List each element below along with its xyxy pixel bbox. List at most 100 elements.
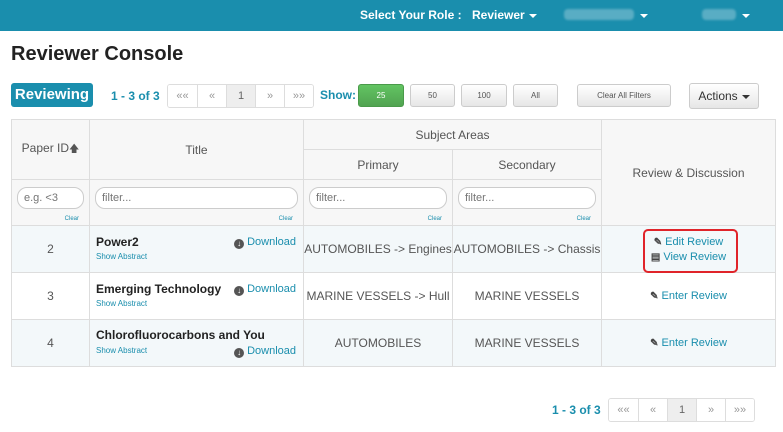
- download-icon: ↓: [234, 239, 245, 249]
- primary-subject: AUTOMOBILES -> Engines: [303, 225, 453, 273]
- show-all-button[interactable]: All: [513, 84, 558, 107]
- pagination-bottom: «« « 1 » »»: [608, 398, 755, 422]
- edit-icon: ✎: [653, 236, 663, 248]
- header-paper-id-label: Paper ID: [21, 140, 70, 155]
- pagination-count: 1 - 3 of 3: [111, 89, 160, 103]
- sort-up-icon: 🡅: [69, 143, 80, 155]
- header-subject-areas: Subject Areas: [302, 119, 603, 150]
- enter-review-link[interactable]: ✎ Enter Review: [602, 337, 775, 349]
- chevron-down-icon: [640, 14, 648, 18]
- paper-title: Chlorofluorocarbons and You: [96, 328, 265, 342]
- download-label: Download: [247, 236, 296, 248]
- header-title[interactable]: Title: [89, 119, 304, 180]
- next-page-button[interactable]: »: [255, 85, 284, 107]
- header-secondary[interactable]: Secondary: [451, 149, 603, 180]
- secondary-subject: MARINE VESSELS: [451, 319, 603, 367]
- enter-review-label: Enter Review: [661, 290, 727, 302]
- table-row: 4 Chlorofluorocarbons and You Show Abstr…: [11, 319, 777, 367]
- primary-subject: AUTOMOBILES: [303, 319, 453, 367]
- document-icon: ▤: [650, 251, 661, 263]
- title-cell: Chlorofluorocarbons and You Show Abstrac…: [89, 319, 304, 367]
- filter-cell-title: Clear: [89, 179, 304, 226]
- header-primary[interactable]: Primary: [303, 149, 453, 180]
- title-filter-input[interactable]: [95, 187, 298, 209]
- last-page-button[interactable]: »»: [284, 85, 313, 107]
- papers-table: Paper ID🡅 Title Subject Areas Review & D…: [11, 119, 777, 367]
- chevron-down-icon: [742, 14, 750, 18]
- paper-id-link[interactable]: 3: [11, 272, 90, 320]
- secondary-filter-input[interactable]: [458, 187, 597, 209]
- next-page-button[interactable]: »: [696, 399, 725, 421]
- download-icon: ↓: [234, 286, 245, 296]
- paper-id-link[interactable]: 4: [11, 319, 90, 367]
- paper-title: Power2: [96, 235, 139, 249]
- download-label: Download: [247, 345, 296, 357]
- review-cell: ✎ Edit Review ▤ View Review: [601, 225, 777, 273]
- filter-cell-primary: Clear: [303, 179, 453, 226]
- header-paper-id[interactable]: Paper ID🡅: [11, 119, 90, 180]
- first-page-button[interactable]: ««: [609, 399, 638, 421]
- chevron-down-icon: [741, 94, 750, 99]
- prev-page-button[interactable]: «: [197, 85, 226, 107]
- clear-filter-link[interactable]: Clear: [279, 216, 293, 222]
- review-cell: ✎ Enter Review: [601, 319, 777, 367]
- review-cell: ✎ Enter Review: [601, 272, 777, 320]
- first-page-button[interactable]: ««: [168, 85, 197, 107]
- show-abstract-link[interactable]: Show Abstract: [96, 299, 147, 308]
- clear-filter-link[interactable]: Clear: [577, 216, 591, 222]
- clear-filter-link[interactable]: Clear: [65, 216, 79, 222]
- edit-icon: ✎: [650, 338, 659, 349]
- role-label: Select Your Role :: [360, 8, 462, 22]
- role-dropdown[interactable]: Reviewer: [472, 8, 537, 22]
- show-25-button[interactable]: 25: [358, 84, 404, 107]
- edit-review-link[interactable]: ✎ Edit Review: [602, 236, 775, 248]
- clear-all-filters-button[interactable]: Clear All Filters: [577, 84, 671, 107]
- view-review-label: View Review: [663, 250, 727, 263]
- filter-cell-secondary: Clear: [451, 179, 603, 226]
- show-100-button[interactable]: 100: [461, 84, 507, 107]
- view-review-link[interactable]: ▤ View Review: [602, 251, 775, 263]
- title-cell: Power2 Show Abstract ↓ Download: [89, 225, 304, 273]
- paper-title: Emerging Technology: [96, 282, 222, 296]
- role-value: Reviewer: [472, 8, 525, 22]
- edit-icon: ✎: [650, 291, 659, 302]
- header-review-discussion: Review & Discussion: [601, 119, 777, 226]
- pagination-count-bottom: 1 - 3 of 3: [552, 403, 601, 417]
- paper-id-filter-input[interactable]: [17, 187, 84, 209]
- show-abstract-link[interactable]: Show Abstract: [96, 252, 147, 261]
- show-abstract-link[interactable]: Show Abstract: [96, 346, 147, 355]
- table-row: 3 Emerging Technology Show Abstract ↓ Dow…: [11, 272, 777, 320]
- enter-review-link[interactable]: ✎ Enter Review: [602, 290, 775, 302]
- download-label: Download: [247, 283, 296, 295]
- pagination-top: «« « 1 » »»: [167, 84, 314, 108]
- page-1-button[interactable]: 1: [226, 85, 255, 107]
- chevron-down-icon: [528, 13, 537, 18]
- download-link[interactable]: ↓ Download: [234, 236, 296, 249]
- primary-subject: MARINE VESSELS -> Hull: [303, 272, 453, 320]
- enter-review-label: Enter Review: [661, 337, 727, 349]
- last-page-button[interactable]: »»: [725, 399, 754, 421]
- secondary-subject: AUTOMOBILES -> Chassis: [451, 225, 603, 273]
- reviewing-badge: Reviewing: [11, 83, 93, 107]
- secondary-subject: MARINE VESSELS: [451, 272, 603, 320]
- actions-label: Actions: [698, 89, 738, 103]
- download-link[interactable]: ↓ Download: [234, 345, 296, 358]
- page-title: Reviewer Console: [11, 43, 184, 65]
- paper-id-link[interactable]: 2: [11, 225, 90, 273]
- primary-filter-input[interactable]: [309, 187, 447, 209]
- title-cell: Emerging Technology Show Abstract ↓ Downl…: [89, 272, 304, 320]
- account-menu-redacted[interactable]: [702, 9, 736, 20]
- show-50-button[interactable]: 50: [410, 84, 455, 107]
- table-row: 2 Power2 Show Abstract ↓ Download AUTOMOB…: [11, 225, 777, 273]
- actions-button[interactable]: Actions: [689, 83, 759, 109]
- top-navbar: Select Your Role : Reviewer: [0, 0, 783, 31]
- show-label: Show:: [320, 88, 356, 102]
- download-link[interactable]: ↓ Download: [234, 283, 296, 296]
- download-icon: ↓: [234, 348, 245, 358]
- user-menu-redacted[interactable]: [564, 9, 634, 20]
- clear-filter-link[interactable]: Clear: [428, 216, 442, 222]
- page-1-button[interactable]: 1: [667, 399, 696, 421]
- prev-page-button[interactable]: «: [638, 399, 667, 421]
- filter-cell-paper-id: Clear: [11, 179, 90, 226]
- edit-review-label: Edit Review: [665, 235, 724, 248]
